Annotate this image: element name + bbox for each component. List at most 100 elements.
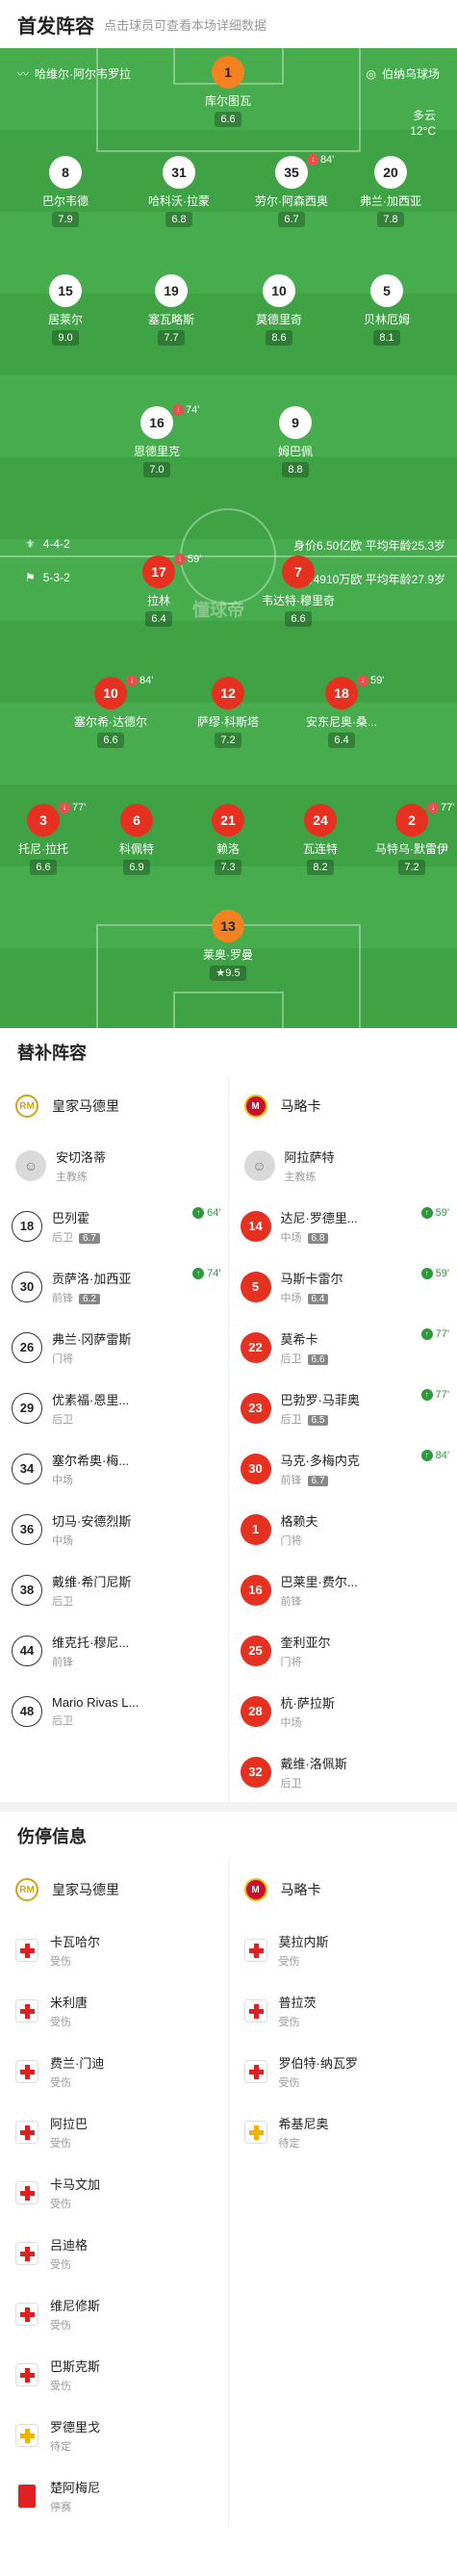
player-name: 劳尔·阿森西奥 — [255, 194, 328, 208]
sub-player-row[interactable]: 44 维克托·穆尼... 前锋 — [0, 1620, 229, 1681]
home-player[interactable]: 19 塞瓦略斯 7.7 — [123, 274, 219, 346]
away-player[interactable]: 3 ↓ 77' 托尼·拉托 6.6 — [0, 802, 91, 875]
away-player[interactable]: 10 ↓ 84' 塞尔希·达德尔 6.6 — [63, 675, 159, 748]
player-rating: 8.2 — [307, 860, 334, 875]
away-player[interactable]: 24 瓦连特 8.2 — [272, 804, 368, 875]
injury-row[interactable]: 巴斯克斯 受伤 — [0, 2344, 229, 2405]
player-name: 萨缪·科斯塔 — [197, 715, 259, 729]
sub-player-row[interactable]: 25 奎利亚尔 门将 — [229, 1620, 457, 1681]
player-name: 普拉茨 — [278, 1995, 317, 2010]
away-coach[interactable]: ☺ 阿拉萨特 主教练 — [229, 1136, 457, 1196]
player-name: 姆巴佩 — [277, 445, 313, 458]
player-rating: 6.7 — [307, 1475, 329, 1486]
away-player[interactable]: 17 ↓ 59' 拉林 6.4 — [111, 554, 207, 627]
away-player[interactable]: 2 ↓ 77' 马特乌·默雷伊 7.2 — [364, 802, 457, 875]
injury-row[interactable]: 希基尼奥 待定 — [229, 2101, 457, 2162]
injury-row[interactable]: 罗伯特·纳瓦罗 受伤 — [229, 2041, 457, 2101]
player-position: 前锋 6.7 — [281, 1472, 360, 1487]
coach-avatar: ☺ — [243, 1150, 275, 1181]
venue: ◎ 伯纳乌球场 — [366, 66, 441, 82]
pitch: 〰哈维尔·阿尔韦罗拉 ◎ 伯纳乌球场 多云 12°C 懂球帝 ⚜ 4-4-2 身价6.… — [0, 48, 457, 1028]
home-coach[interactable]: ☺ 安切洛蒂 主教练 — [0, 1136, 229, 1196]
away-player[interactable]: 13 莱奥·罗曼 ★9.5 — [180, 910, 276, 981]
away-player[interactable]: 6 科佩特 6.9 — [89, 804, 185, 875]
home-player[interactable]: 31 哈科沃·拉蒙 6.8 — [131, 156, 227, 227]
sub-player-row[interactable]: 22 莫希卡 后卫 6.6 ↑ 77' — [229, 1317, 457, 1378]
sub-on-icon: ↑ — [420, 1328, 433, 1340]
sub-player-row[interactable]: 30 贡萨洛·加西亚 前锋 6.2 ↑ 74' — [0, 1256, 229, 1317]
home-player[interactable]: 20 弗兰·加西亚 7.8 — [343, 156, 439, 227]
sub-player-row[interactable]: 14 达尼·罗德里... 中场 6.8 ↑ 59' — [229, 1196, 457, 1256]
sub-player-row[interactable]: 28 杭·萨拉斯 中场 — [229, 1681, 457, 1741]
sub-player-row[interactable]: 26 弗兰·冈萨雷斯 门将 — [0, 1317, 229, 1378]
sub-player-row[interactable]: 34 塞尔希奥·梅... 中场 — [0, 1438, 229, 1499]
player-name: 罗伯特·纳瓦罗 — [278, 2055, 358, 2071]
injury-row[interactable]: 吕迪格 受伤 — [0, 2223, 229, 2283]
home-player[interactable]: 5 贝林厄姆 8.1 — [339, 274, 435, 346]
home-team-header[interactable]: RM 皇家马德里 — [0, 1076, 229, 1136]
sub-player-row[interactable]: 18 巴列霍 后卫 6.7 ↑ 64' — [0, 1196, 229, 1256]
player-position: 中场 6.8 — [281, 1229, 358, 1245]
injury-status: 受伤 — [50, 1955, 71, 1968]
shirt-number: 9 — [279, 406, 312, 439]
home-player[interactable]: 15 居莱尔 9.0 — [17, 274, 114, 346]
injury-status: 待定 — [278, 2137, 300, 2150]
home-formation: ⚜ 4-4-2 — [25, 537, 70, 551]
away-team-header[interactable]: M 马略卡 — [229, 1076, 457, 1136]
away-player[interactable]: 18 ↓ 59' 安东尼奥·桑... 6.4 — [293, 675, 390, 748]
away-player[interactable]: 7 韦达特·穆里奇 6.6 — [250, 555, 346, 627]
sub-player-row[interactable]: 48 Mario Rivas L... 后卫 — [0, 1681, 229, 1741]
injury-row[interactable]: 维尼修斯 受伤 — [0, 2283, 229, 2344]
home-player[interactable]: 9 姆巴佩 8.8 — [247, 406, 343, 477]
player-name: 维尼修斯 — [50, 2298, 101, 2313]
sub-player-row[interactable]: 29 优素福·恩里... 后卫 — [0, 1378, 229, 1438]
mallorca-crest-icon: ⚑ — [25, 571, 36, 584]
player-name: 格赖夫 — [280, 1513, 318, 1529]
home-player[interactable]: 10 莫德里奇 8.6 — [231, 274, 327, 346]
injury-row[interactable]: 莫拉内斯 受伤 — [229, 1919, 457, 1980]
away-team-header[interactable]: M 马略卡 — [229, 1860, 457, 1919]
injury-row[interactable]: 卡马文加 受伤 — [0, 2162, 229, 2223]
home-player[interactable]: 1 库尔图瓦 6.6 — [180, 56, 276, 127]
injury-row[interactable]: 罗德里戈 待定 — [0, 2405, 229, 2465]
home-player[interactable]: 16 ↓ 74' 恩德里克 7.0 — [109, 404, 205, 477]
sub-player-row[interactable]: 30 马克·多梅内克 前锋 6.7 ↑ 84' — [229, 1438, 457, 1499]
sub-player-row[interactable]: 36 切马·安德烈斯 中场 — [0, 1499, 229, 1559]
sub-player-row[interactable]: 5 马斯卡雷尔 中场 6.4 ↑ 59' — [229, 1256, 457, 1317]
injury-status: 受伤 — [50, 2016, 71, 2028]
sub-player-row[interactable]: 23 巴勃罗·马菲奥 后卫 6.5 ↑ 77' — [229, 1378, 457, 1438]
sub-off-icon: ↓ — [126, 675, 138, 686]
player-rating: 6.4 — [307, 1293, 329, 1304]
injury-row[interactable]: 费兰·门迪 受伤 — [0, 2041, 229, 2101]
player-name: 贝林厄姆 — [363, 313, 410, 326]
player-position: 后卫 — [52, 1413, 73, 1426]
injury-row[interactable]: 阿拉巴 受伤 — [0, 2101, 229, 2162]
injury-status: 待定 — [50, 2440, 71, 2453]
player-rating: 6.8 — [307, 1232, 329, 1244]
mallorca-crest-icon: M — [243, 1878, 267, 1901]
shirt-number: 18 — [12, 1210, 42, 1242]
injury-row[interactable]: 米利唐 受伤 — [0, 1980, 229, 2041]
injury-row[interactable]: 楚阿梅尼 停赛 — [0, 2465, 229, 2526]
player-name: 莫拉内斯 — [278, 1934, 329, 1949]
stadium-icon: ◎ — [366, 66, 376, 81]
injury-row[interactable]: 普拉茨 受伤 — [229, 1980, 457, 2041]
real-madrid-crest-icon: RM — [15, 1095, 38, 1118]
player-name: 巴斯克斯 — [50, 2358, 101, 2374]
home-player[interactable]: 8 巴尔韦德 7.9 — [17, 156, 114, 227]
weather: 多云 12°C — [410, 109, 436, 138]
home-player[interactable]: 35 ↓ 84' 劳尔·阿森西奥 6.7 — [243, 154, 340, 227]
sub-player-row[interactable]: 1 格赖夫 门将 — [229, 1499, 457, 1559]
player-rating: 6.7 — [278, 212, 305, 227]
sub-player-row[interactable]: 32 戴维·洛佩斯 后卫 — [229, 1741, 457, 1802]
injury-row[interactable]: 卡瓦哈尔 受伤 — [0, 1919, 229, 1980]
shirt-number: 22 — [240, 1331, 271, 1363]
player-name: 赖洛 — [216, 842, 240, 856]
away-player[interactable]: 21 赖洛 7.3 — [180, 804, 276, 875]
away-player[interactable]: 12 萨缪·科斯塔 7.2 — [180, 677, 276, 748]
player-name: 奎利亚尔 — [280, 1635, 331, 1650]
home-team-header[interactable]: RM 皇家马德里 — [0, 1860, 229, 1919]
sub-player-row[interactable]: 38 戴维·希门尼斯 后卫 — [0, 1559, 229, 1620]
player-rating: 8.1 — [373, 330, 400, 346]
sub-player-row[interactable]: 16 巴莱里·费尔... 前锋 — [229, 1559, 457, 1620]
